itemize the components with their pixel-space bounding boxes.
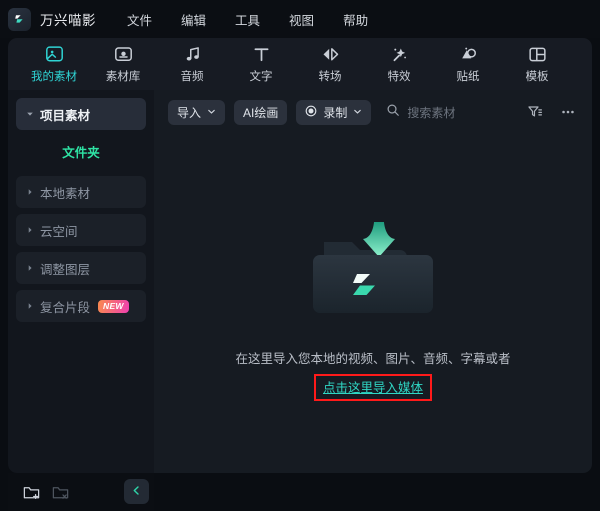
my-media-icon	[44, 44, 65, 65]
sidebar-item-project-media[interactable]: 项目素材	[16, 98, 146, 130]
chevron-down-icon	[207, 105, 216, 119]
new-folder-icon[interactable]	[22, 483, 41, 502]
media-panel-toolbar: 导入 AI绘画 录制	[154, 90, 592, 134]
record-button-label: 录制	[323, 104, 347, 121]
app-title: 万兴喵影	[40, 9, 96, 29]
menu-item-edit[interactable]: 编辑	[180, 7, 207, 32]
transition-arrows-icon	[320, 44, 341, 65]
search-input[interactable]: 搜索素材	[386, 103, 514, 122]
ai-paint-button-label: AI绘画	[243, 104, 278, 121]
record-button[interactable]: 录制	[296, 100, 371, 125]
chevron-right-icon	[26, 188, 40, 196]
folder-import-illustration	[298, 206, 448, 324]
audio-note-icon	[182, 44, 203, 65]
sticker-icon	[458, 44, 479, 65]
empty-state: 在这里导入您本地的视频、图片、音频、字幕或者 点击这里导入媒体	[154, 134, 592, 473]
more-dots-icon[interactable]	[556, 100, 580, 124]
search-input-placeholder: 搜索素材	[407, 104, 455, 121]
empty-state-hint: 在这里导入您本地的视频、图片、音频、字幕或者	[235, 350, 510, 369]
sidebar-item-folder[interactable]: 文件夹	[16, 136, 146, 166]
app-window: 万兴喵影 文件 编辑 工具 视图 帮助 我的素材	[0, 0, 600, 511]
import-link-highlight: 点击这里导入媒体	[314, 374, 432, 401]
filter-sort-icon[interactable]	[523, 100, 547, 124]
tab-transition[interactable]: 转场	[296, 44, 364, 84]
sidebar: 项目素材 文件夹 本地素材 云空间 调整图	[8, 90, 154, 473]
ai-paint-button[interactable]: AI绘画	[234, 100, 287, 125]
tab-my-media-label: 我的素材	[31, 68, 77, 84]
menu-item-tools[interactable]: 工具	[234, 7, 261, 32]
template-layout-icon	[527, 44, 548, 65]
chevron-down-icon	[353, 105, 362, 119]
sidebar-item-cloud-space[interactable]: 云空间	[16, 214, 146, 246]
sidebar-item-compound-clip-label: 复合片段	[40, 297, 90, 316]
sidebar-item-local-media-label: 本地素材	[40, 183, 90, 202]
sidebar-item-cloud-space-label: 云空间	[40, 221, 78, 240]
delete-folder-icon[interactable]	[51, 483, 70, 502]
tab-media-library[interactable]: 素材库	[89, 44, 157, 84]
effects-sparkle-icon	[389, 44, 410, 65]
tab-audio-label: 音频	[181, 68, 204, 84]
tab-text[interactable]: 文字	[227, 44, 295, 84]
text-t-icon	[251, 44, 272, 65]
tab-template-label: 模板	[526, 68, 549, 84]
tab-audio[interactable]: 音频	[158, 44, 226, 84]
chevron-right-icon	[26, 264, 40, 272]
media-library-icon	[113, 44, 134, 65]
import-button[interactable]: 导入	[168, 100, 225, 125]
menu-bar: 文件 编辑 工具 视图 帮助	[126, 7, 369, 32]
tab-effects-label: 特效	[388, 68, 411, 84]
tab-text-label: 文字	[250, 68, 273, 84]
chevron-right-icon	[26, 226, 40, 234]
tab-media-library-label: 素材库	[106, 68, 141, 84]
import-button-label: 导入	[177, 104, 201, 121]
title-bar: 万兴喵影 文件 编辑 工具 视图 帮助	[0, 0, 600, 38]
tab-sticker[interactable]: 贴纸	[434, 44, 502, 84]
status-badge-new: NEW	[98, 300, 129, 313]
sidebar-item-folder-label: 文件夹	[62, 142, 100, 161]
main-toolbar: 我的素材 素材库 音频	[8, 38, 592, 90]
sidebar-item-adjustment-layer[interactable]: 调整图层	[16, 252, 146, 284]
import-media-link[interactable]: 点击这里导入媒体	[323, 381, 423, 395]
sidebar-list: 项目素材 文件夹 本地素材 云空间 调整图	[8, 90, 154, 322]
chevron-right-icon	[26, 302, 40, 310]
menu-item-view[interactable]: 视图	[288, 7, 315, 32]
menu-item-file[interactable]: 文件	[126, 7, 153, 32]
search-icon	[386, 103, 400, 122]
tab-template[interactable]: 模板	[503, 44, 571, 84]
sidebar-item-local-media[interactable]: 本地素材	[16, 176, 146, 208]
chevron-down-icon	[26, 110, 40, 118]
sidebar-item-adjustment-layer-label: 调整图层	[40, 259, 90, 278]
tab-effects[interactable]: 特效	[365, 44, 433, 84]
media-panel: 导入 AI绘画 录制	[154, 90, 592, 473]
app-logo-icon	[8, 8, 31, 31]
sidebar-item-compound-clip[interactable]: 复合片段 NEW	[16, 290, 146, 322]
chevron-left-icon	[131, 483, 142, 501]
collapse-sidebar-button[interactable]	[124, 479, 149, 504]
menu-item-help[interactable]: 帮助	[342, 7, 369, 32]
sidebar-item-project-media-label: 项目素材	[40, 105, 90, 124]
tab-transition-label: 转场	[319, 68, 342, 84]
tab-sticker-label: 贴纸	[457, 68, 480, 84]
tab-my-media[interactable]: 我的素材	[20, 44, 88, 84]
record-circle-icon	[305, 105, 317, 120]
